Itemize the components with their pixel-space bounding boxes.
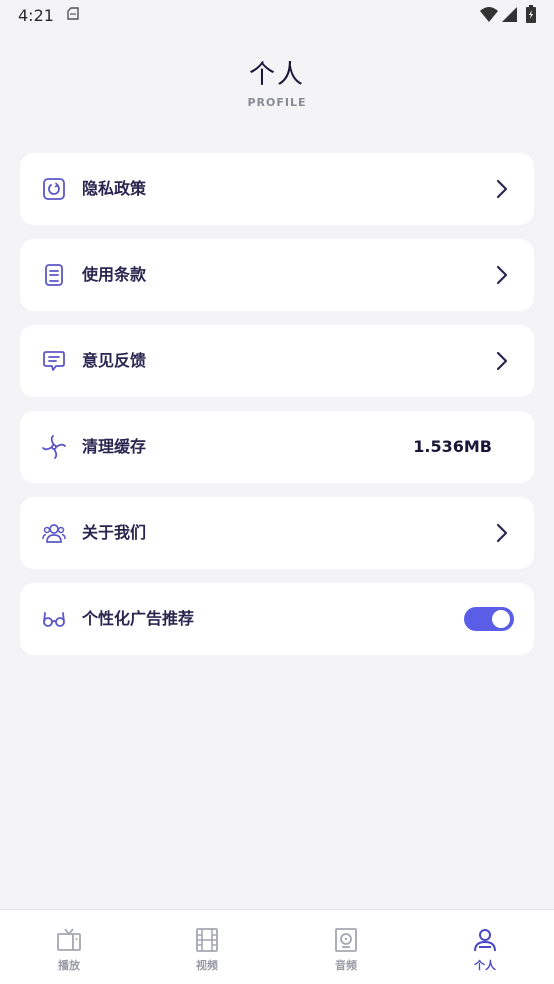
users-icon (42, 524, 66, 543)
privacy-icon (43, 178, 65, 200)
page-header: 个人 PROFILE (0, 58, 554, 109)
chevron-right-icon (496, 265, 508, 285)
wifi-icon (480, 7, 498, 22)
personalized-ads-toggle[interactable] (464, 607, 514, 631)
tab-video[interactable]: 视频 (138, 910, 276, 984)
menu-item-about[interactable]: 关于我们 (20, 497, 534, 569)
fan-icon (42, 435, 66, 459)
battery-icon (526, 5, 536, 23)
status-bar: 4:21 (0, 0, 554, 32)
menu-label-privacy: 隐私政策 (82, 179, 147, 198)
menu-item-terms[interactable]: 使用条款 (20, 239, 534, 311)
menu-label-about: 关于我们 (82, 523, 147, 542)
menu-label-terms: 使用条款 (82, 265, 147, 284)
message-icon (43, 351, 65, 371)
menu-label-feedback: 意见反馈 (82, 351, 147, 370)
film-icon (196, 928, 218, 952)
page-title: 个人 (248, 60, 305, 90)
person-icon (474, 929, 496, 952)
menu-item-feedback[interactable]: 意见反馈 (20, 325, 534, 397)
cache-size-value: 1.536MB (413, 437, 492, 456)
menu-label-clear-cache: 清理缓存 (82, 437, 147, 456)
tab-label: 音频 (335, 959, 357, 972)
glasses-icon (43, 612, 65, 627)
page-subtitle: PROFILE (247, 96, 307, 109)
signal-icon (502, 7, 517, 22)
speaker-icon (335, 928, 357, 952)
tab-label: 播放 (58, 959, 80, 972)
chevron-right-icon (496, 351, 508, 371)
tab-audio[interactable]: 音频 (277, 910, 415, 984)
menu-item-privacy[interactable]: 隐私政策 (20, 153, 534, 225)
tab-label: 个人 (474, 959, 496, 972)
document-icon (45, 264, 63, 286)
menu-item-clear-cache[interactable]: 清理缓存 1.536MB (20, 411, 534, 483)
toggle-knob (492, 610, 510, 628)
notification-icon (67, 7, 79, 20)
tv-icon (57, 928, 81, 951)
tab-profile[interactable]: 个人 (416, 910, 554, 984)
chevron-right-icon (496, 179, 508, 199)
menu-label-personalized-ads: 个性化广告推荐 (82, 609, 195, 628)
status-time: 4:21 (18, 6, 54, 25)
bottom-tab-bar: 播放 视频 音频 个人 (0, 909, 554, 984)
menu-item-personalized-ads: 个性化广告推荐 (20, 583, 534, 655)
chevron-right-icon (496, 523, 508, 543)
tab-play[interactable]: 播放 (0, 910, 138, 984)
tab-label: 视频 (196, 959, 218, 972)
